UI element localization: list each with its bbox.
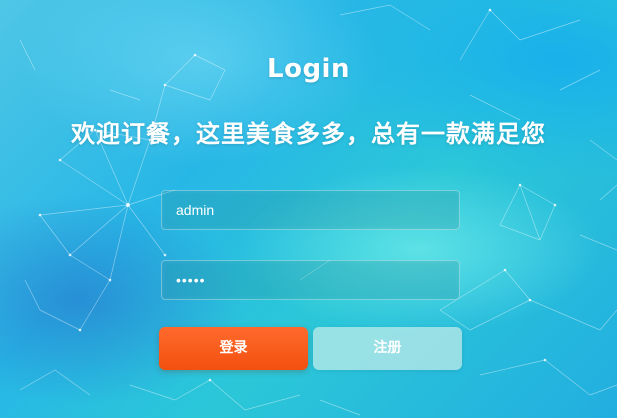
welcome-subtitle: 欢迎订餐，这里美食多多，总有一款满足您 — [71, 120, 546, 148]
login-button[interactable]: 登录 — [159, 327, 308, 370]
username-input[interactable] — [161, 190, 460, 230]
register-button[interactable]: 注册 — [313, 327, 462, 370]
password-input[interactable] — [161, 260, 460, 300]
page-title: Login — [267, 54, 350, 84]
